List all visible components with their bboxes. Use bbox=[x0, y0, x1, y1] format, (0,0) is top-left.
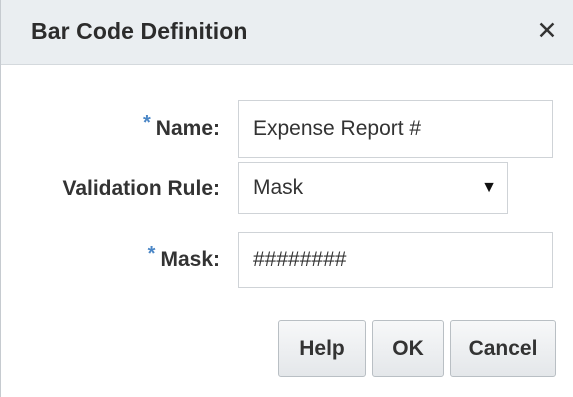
required-indicator: * bbox=[143, 112, 151, 134]
ok-button[interactable]: OK bbox=[372, 320, 444, 377]
name-label-row: * Name: bbox=[143, 112, 220, 141]
mask-label: Mask: bbox=[160, 248, 220, 271]
mask-label-row: * Mask: bbox=[148, 243, 220, 272]
required-indicator: * bbox=[147, 243, 156, 265]
help-button[interactable]: Help bbox=[278, 320, 366, 377]
name-input[interactable]: Expense Report # bbox=[238, 100, 553, 158]
close-icon[interactable]: ✕ bbox=[534, 17, 560, 45]
mask-input-value: ######## bbox=[253, 248, 347, 271]
chevron-down-icon[interactable]: ▼ bbox=[481, 179, 497, 197]
validation-rule-value: Mask bbox=[253, 176, 304, 199]
mask-input[interactable]: ######## bbox=[238, 232, 553, 288]
validation-rule-select[interactable]: Mask ▼ bbox=[238, 162, 508, 214]
validation-rule-label: Validation Rule: bbox=[62, 177, 220, 200]
dialog-titlebar: Bar Code Definition ✕ bbox=[1, 0, 573, 65]
name-input-value: Expense Report # bbox=[253, 117, 422, 140]
cancel-button[interactable]: Cancel bbox=[450, 320, 556, 377]
name-label: Name: bbox=[155, 117, 220, 140]
dialog-title: Bar Code Definition bbox=[31, 18, 248, 44]
bar-code-definition-dialog: Bar Code Definition ✕ * Name: Expense Rep… bbox=[0, 0, 573, 397]
